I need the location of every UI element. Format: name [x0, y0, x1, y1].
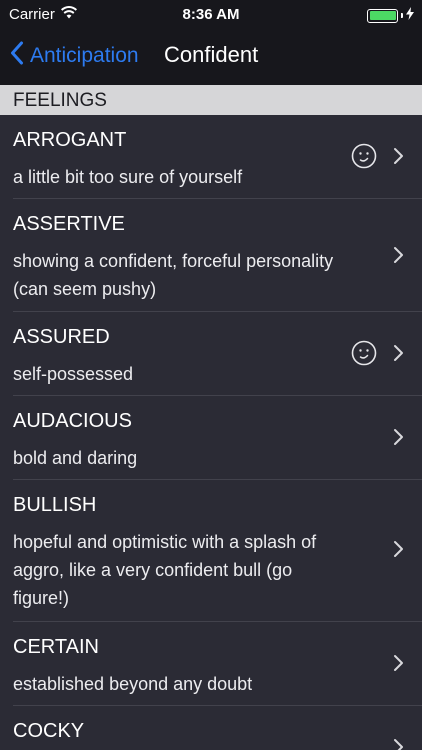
navigation-bar: Anticipation Confident	[0, 30, 422, 85]
list-item-title: ASSERTIVE	[13, 213, 125, 235]
list-item[interactable]: ARROGANT a little bit too sure of yoursel…	[0, 115, 422, 199]
list-item-description: showing a confident, forceful personalit…	[13, 251, 334, 299]
chevron-right-icon	[393, 540, 404, 563]
list-item-description: hopeful and optimistic with a splash of …	[13, 532, 317, 608]
list-item-title: BULLISH	[13, 494, 97, 516]
list-item-description: a little bit too sure of yourself	[13, 167, 243, 187]
list-item[interactable]: AUDACIOUS bold and daring	[0, 396, 422, 480]
chevron-left-icon	[10, 41, 24, 71]
smiley-face-icon	[351, 143, 377, 174]
list-item-title: ASSURED	[13, 326, 110, 348]
charging-bolt-icon	[406, 7, 414, 24]
chevron-right-icon	[393, 428, 404, 451]
screen: Carrier 8:36 AM Anticipation Confident F…	[0, 0, 422, 750]
list-item[interactable]: BULLISH hopeful and optimistic with a spl…	[0, 480, 422, 622]
list-item-title: ARROGANT	[13, 129, 127, 151]
battery-icon	[367, 8, 398, 23]
status-right	[367, 7, 414, 24]
back-button-label: Anticipation	[30, 44, 139, 67]
battery-fill	[369, 11, 396, 20]
list-item[interactable]: CERTAIN established beyond any doubt	[0, 622, 422, 706]
list-item-description: established beyond any doubt	[13, 674, 253, 694]
list-item-title: CERTAIN	[13, 636, 99, 658]
page-title: Confident	[164, 42, 259, 67]
list-item[interactable]: COCKY	[0, 706, 422, 750]
list-item-description: self-possessed	[13, 364, 134, 384]
list-item-title: COCKY	[13, 720, 85, 742]
status-time: 8:36 AM	[182, 6, 240, 23]
chevron-right-icon	[393, 654, 404, 677]
chevron-right-icon	[393, 344, 404, 367]
status-bar: Carrier 8:36 AM	[0, 0, 422, 30]
chevron-right-icon	[393, 738, 404, 750]
list-item[interactable]: ASSERTIVE showing a confident, forceful p…	[0, 199, 422, 312]
battery-cap	[401, 13, 403, 18]
back-button[interactable]: Anticipation	[10, 41, 139, 71]
list-item[interactable]: ASSURED self-possessed	[0, 312, 422, 396]
list-item-title: AUDACIOUS	[13, 410, 132, 432]
section-header: FEELINGS	[0, 85, 422, 115]
chevron-right-icon	[393, 147, 404, 170]
list-item-description: bold and daring	[13, 448, 138, 468]
chevron-right-icon	[393, 246, 404, 269]
smiley-face-icon	[351, 340, 377, 371]
